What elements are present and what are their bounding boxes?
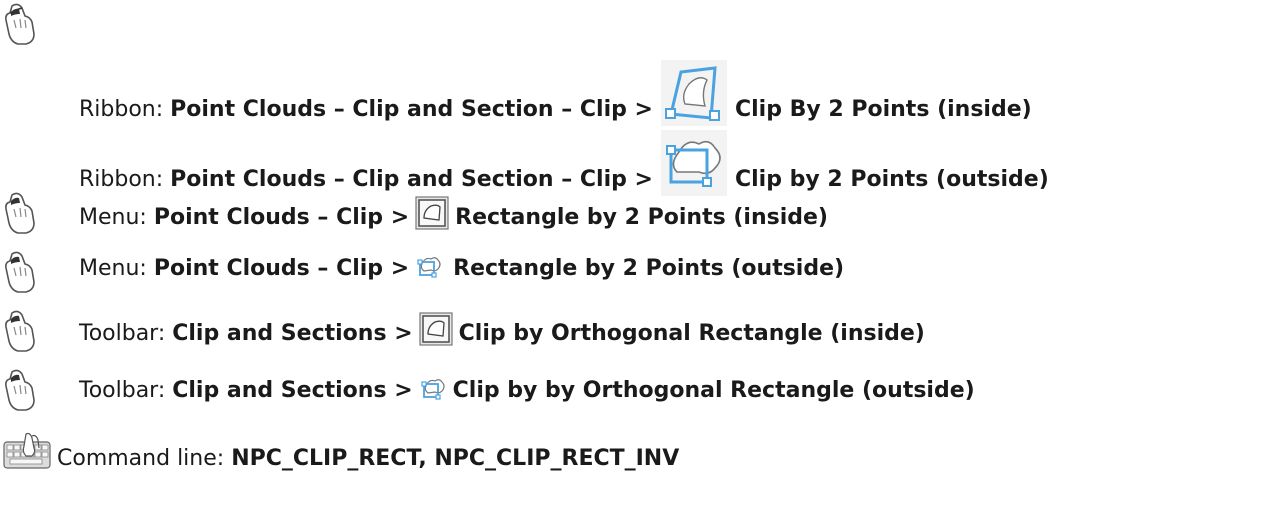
access-prefix: Toolbar:	[79, 378, 166, 403]
mouse-icon	[5, 251, 35, 293]
command-path: Clip and Sections >	[172, 378, 413, 403]
command-label: Clip By 2 Points (inside)	[734, 97, 1032, 122]
command-label: Rectangle by 2 Points (outside)	[453, 256, 845, 281]
rect-outside-icon[interactable]	[415, 253, 443, 281]
command-path: NPC_CLIP_RECT, NPC_CLIP_RECT_INV	[231, 446, 680, 471]
keyboard-icon	[3, 432, 51, 469]
mouse-icon	[5, 310, 35, 352]
access-row: Menu: Point Clouds – Clip > Rectangle by…	[79, 253, 844, 281]
access-row: Ribbon: Point Clouds – Clip and Section …	[79, 58, 1032, 126]
access-row: Toolbar: Clip and Sections > Clip by by …	[79, 375, 975, 403]
command-label: Clip by 2 Points (outside)	[734, 167, 1049, 192]
command-path: Point Clouds – Clip and Section – Clip >	[170, 167, 653, 192]
rect-inside-icon[interactable]	[419, 312, 453, 346]
mouse-icon	[5, 192, 35, 234]
command-label: Clip by Orthogonal Rectangle (inside)	[458, 321, 925, 346]
command-path: Point Clouds – Clip >	[153, 256, 410, 281]
access-prefix: Menu:	[79, 205, 147, 230]
access-prefix: Toolbar:	[79, 321, 166, 346]
command-path: Point Clouds – Clip >	[153, 205, 410, 230]
access-row: Toolbar: Clip and Sections > Clip by Ort…	[79, 312, 925, 346]
access-prefix: Ribbon:	[79, 97, 164, 122]
rect-outside-icon[interactable]	[419, 375, 447, 403]
mouse-icon	[5, 369, 35, 411]
command-label: Rectangle by 2 Points (inside)	[455, 205, 828, 230]
access-row: Ribbon: Point Clouds – Clip and Section …	[79, 128, 1049, 196]
access-row: Command line: NPC_CLIP_RECT, NPC_CLIP_RE…	[57, 446, 679, 471]
command-label: Clip by by Orthogonal Rectangle (outside…	[452, 378, 975, 403]
access-row: Menu: Point Clouds – Clip > Rectangle by…	[79, 196, 828, 230]
clip-outside-large-icon[interactable]	[659, 128, 729, 198]
rect-inside-icon[interactable]	[415, 196, 449, 230]
access-prefix: Menu:	[79, 256, 147, 281]
access-prefix: Ribbon:	[79, 167, 164, 192]
mouse-icon	[5, 3, 35, 45]
command-path: Point Clouds – Clip and Section – Clip >	[170, 97, 653, 122]
clip-inside-large-icon[interactable]	[659, 58, 729, 128]
access-prefix: Command line:	[57, 446, 225, 471]
command-path: Clip and Sections >	[172, 321, 413, 346]
